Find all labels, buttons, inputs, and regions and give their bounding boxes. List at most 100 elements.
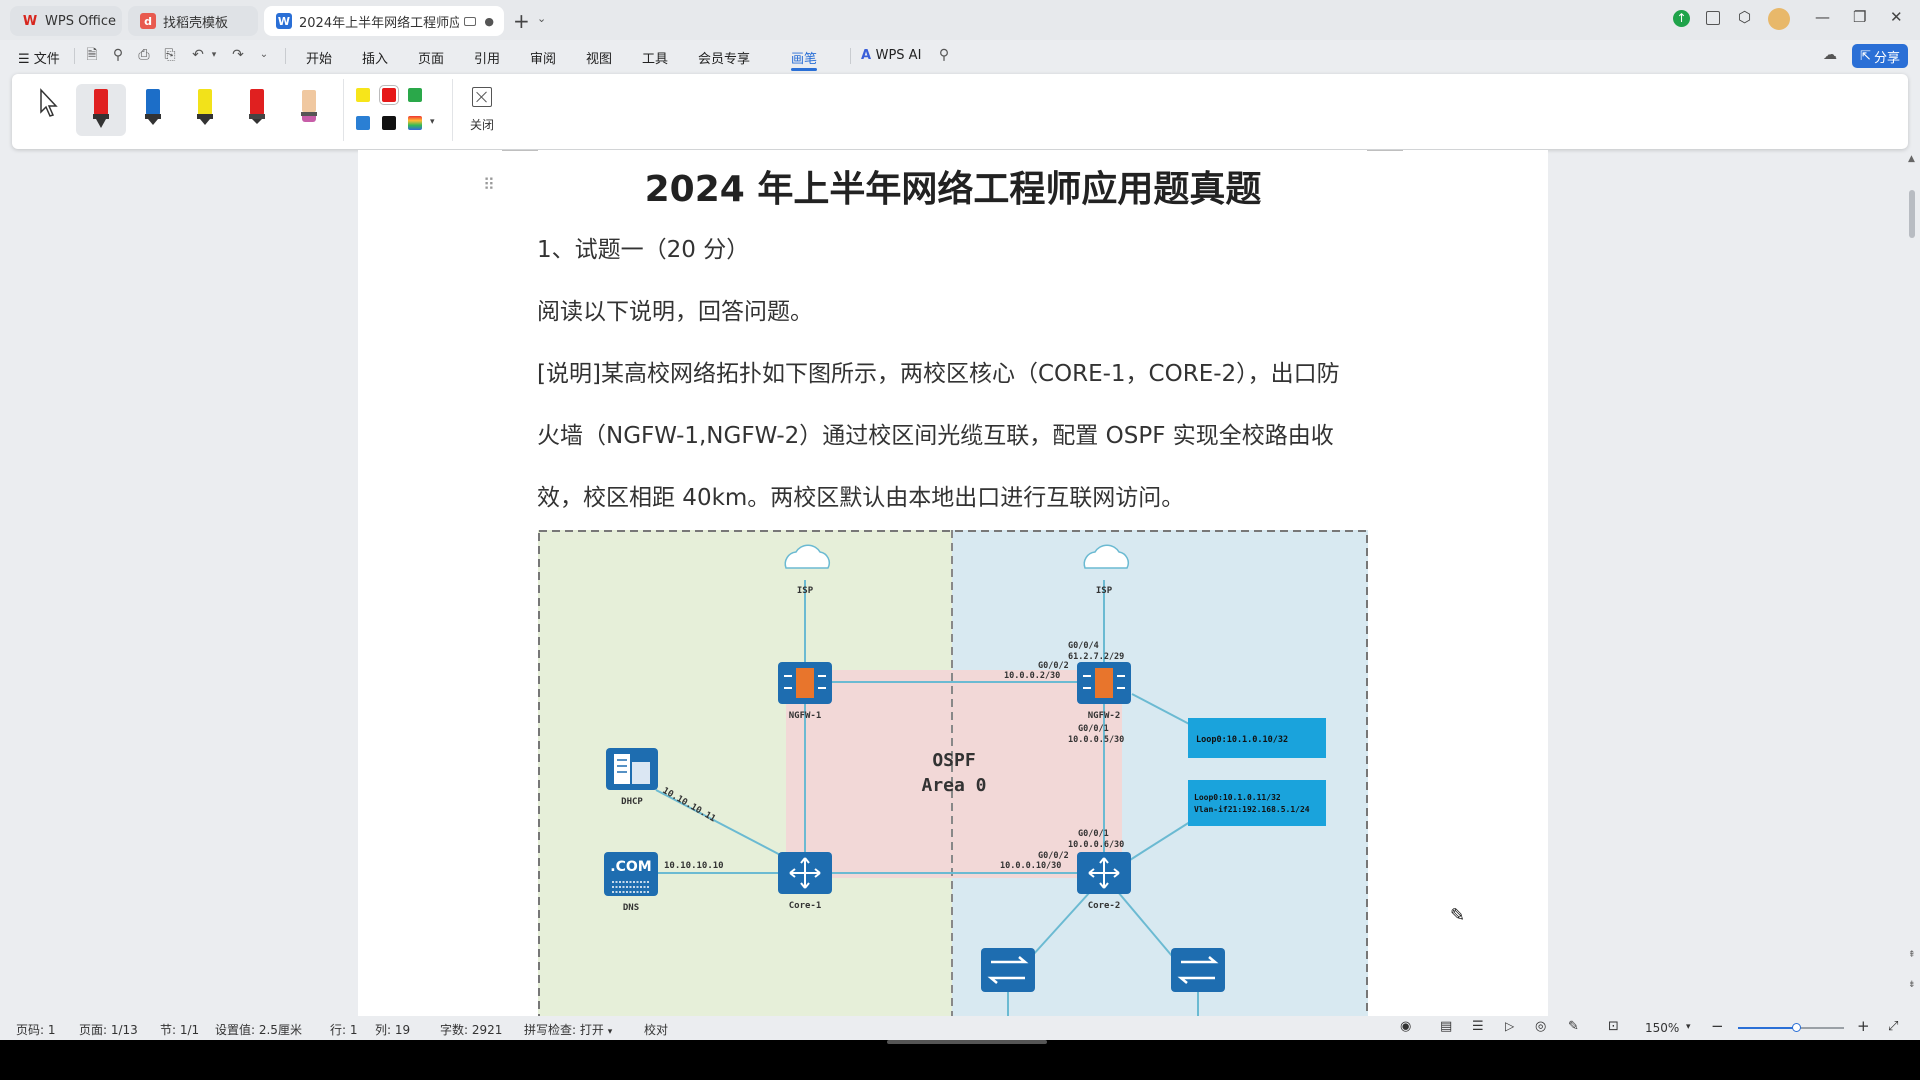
close-window-icon[interactable]: ✕: [1890, 8, 1903, 26]
status-word-count[interactable]: 字数: 2921: [440, 1021, 502, 1038]
eraser-tool[interactable]: [284, 84, 334, 136]
yellow-highlighter-tool[interactable]: [180, 84, 230, 136]
pen-tip: [200, 119, 210, 125]
tab-wps-office[interactable]: W WPS Office: [10, 6, 122, 36]
zoom-out-icon[interactable]: −: [1711, 1017, 1724, 1035]
swatch-yellow[interactable]: [356, 88, 370, 102]
pen-tip: [252, 119, 262, 124]
menu-pen[interactable]: 画笔: [791, 48, 817, 67]
menu-home[interactable]: 开始: [306, 48, 332, 67]
zoom-in-icon[interactable]: +: [1857, 1017, 1870, 1035]
core2-g002-label: G0/0/2: [1038, 851, 1069, 861]
fit-page-icon[interactable]: ⊡: [1608, 1019, 1619, 1034]
status-setting[interactable]: 设置值: 2.5厘米: [215, 1021, 302, 1038]
menu-view[interactable]: 视图: [586, 48, 612, 67]
eye-icon[interactable]: ◉: [1400, 1019, 1411, 1034]
scroll-up-icon[interactable]: ▲: [1908, 154, 1915, 164]
zoom-dropdown-icon[interactable]: ▾: [1686, 1022, 1691, 1032]
callout-2-line1: Loop0:10.1.0.11/32: [1194, 793, 1281, 802]
scrollbar-thumb[interactable]: [1909, 190, 1915, 238]
status-section[interactable]: 节: 1/1: [160, 1021, 199, 1038]
status-col[interactable]: 列: 19: [375, 1021, 410, 1038]
horizontal-scrollbar-thumb[interactable]: [887, 1040, 1047, 1044]
share-button[interactable]: ⇱ 分享: [1852, 44, 1908, 68]
zoom-slider-handle[interactable]: [1792, 1023, 1801, 1032]
swatch-red[interactable]: [379, 85, 399, 105]
wps-window: W WPS Office d 找稻壳模板 W 2024年上半年网络工程师应用 ●…: [0, 0, 1920, 1040]
menu-references[interactable]: 引用: [474, 48, 500, 67]
question-heading: 1、试题一（20 分）: [537, 237, 750, 263]
search-replace-icon[interactable]: ⚲: [110, 47, 126, 63]
new-tab-icon[interactable]: +: [513, 9, 530, 33]
pen-ribbon: ▾ 关闭: [12, 74, 1908, 149]
search-icon[interactable]: ⚲: [936, 47, 952, 63]
callout-box-2: [1188, 780, 1326, 826]
ngfw2-g002-label: G0/0/2: [1038, 661, 1069, 671]
custom-color-icon[interactable]: [408, 116, 422, 130]
close-pen-icon[interactable]: [472, 87, 492, 107]
pen-mode-icon[interactable]: ✎: [1568, 1019, 1579, 1034]
print-icon[interactable]: ⎙: [136, 47, 152, 63]
core2-router-icon: [1077, 852, 1131, 894]
fullscreen-icon[interactable]: ⤢: [1888, 1019, 1898, 1034]
tab-dot-icon[interactable]: ●: [484, 15, 494, 28]
pen-body: [94, 89, 108, 115]
more-dropdown-icon[interactable]: ⌄: [256, 47, 272, 63]
cube-icon[interactable]: ⬡: [1738, 8, 1751, 26]
page-next-icon[interactable]: ⇟: [1908, 980, 1916, 990]
menu-member[interactable]: 会员专享: [698, 48, 750, 67]
undo-icon[interactable]: ↶: [190, 47, 206, 63]
upload-icon[interactable]: ↑: [1673, 10, 1690, 27]
redo-icon[interactable]: ↷: [230, 47, 246, 63]
screen-icon: [464, 16, 476, 26]
word-doc-icon: W: [276, 13, 292, 29]
pen-tip: [148, 119, 158, 125]
play-icon[interactable]: ▷: [1505, 1019, 1514, 1033]
description-line-2: 火墙（NGFW-1,NGFW-2）通过校区间光缆互联，配置 OSPF 实现全校路…: [537, 423, 1334, 449]
ngfw2-label: NGFW-2: [1088, 711, 1121, 721]
isp-right-label: ISP: [1096, 586, 1113, 596]
document-page[interactable]: ⠿ 2024 年上半年网络工程师应用题真题 1、试题一（20 分） 阅读以下说明…: [358, 150, 1548, 1016]
undo-dropdown-icon[interactable]: ▾: [206, 47, 222, 63]
red-pen-tool[interactable]: [76, 84, 126, 136]
tab-document[interactable]: W 2024年上半年网络工程师应用 ●: [264, 6, 504, 36]
chevron-down-icon[interactable]: ▾: [430, 117, 435, 127]
spell-check-toggle[interactable]: 拼写检查: 打开 ▾: [524, 1021, 612, 1038]
restore-icon[interactable]: ❐: [1853, 8, 1866, 26]
avatar[interactable]: [1768, 8, 1790, 30]
menu-insert[interactable]: 插入: [362, 48, 388, 67]
menu-review[interactable]: 审阅: [530, 48, 556, 67]
status-page[interactable]: 页面: 1/13: [79, 1021, 138, 1038]
status-row[interactable]: 行: 1: [330, 1021, 358, 1038]
zoom-level[interactable]: 150%: [1645, 1021, 1679, 1035]
blue-pen-tool[interactable]: [128, 84, 178, 136]
save-icon[interactable]: 🗎: [84, 47, 100, 63]
dns-ip-label: 10.10.10.10: [664, 861, 724, 871]
share-icon: ⇱: [1860, 48, 1871, 64]
window-layout-icon[interactable]: [1706, 11, 1720, 25]
page-view-icon[interactable]: ▤: [1440, 1019, 1452, 1034]
menu-tools[interactable]: 工具: [642, 48, 668, 67]
vertical-scrollbar[interactable]: ▲ ⇞ ⇟: [1905, 150, 1920, 1016]
tab-docer-templates[interactable]: d 找稻壳模板: [128, 6, 258, 36]
red-marker-tool[interactable]: [232, 84, 282, 136]
minimize-icon[interactable]: —: [1815, 8, 1830, 26]
print-preview-icon[interactable]: ⎘: [162, 47, 178, 63]
ngfw2-g004-ip: 61.2.7.2/29: [1068, 652, 1124, 662]
file-menu[interactable]: ☰ 文件: [18, 48, 60, 67]
proofread-button[interactable]: 校对: [644, 1021, 668, 1038]
swatch-green[interactable]: [408, 88, 422, 102]
page-title: 2024 年上半年网络工程师应用题真题: [644, 169, 1262, 210]
outline-view-icon[interactable]: ☰: [1472, 1019, 1484, 1034]
select-cursor-icon[interactable]: [38, 88, 60, 118]
swatch-black[interactable]: [382, 116, 396, 130]
swatch-blue[interactable]: [356, 116, 370, 130]
page-prev-icon[interactable]: ⇞: [1908, 950, 1916, 960]
status-page-code[interactable]: 页码: 1: [16, 1021, 56, 1038]
chevron-down-icon[interactable]: ⌄: [537, 12, 546, 25]
wps-ai-button[interactable]: A WPS AI: [861, 48, 921, 63]
close-pen-button[interactable]: 关闭: [470, 116, 494, 133]
cloud-icon[interactable]: ☁: [1822, 47, 1838, 63]
web-view-icon[interactable]: ◎: [1535, 1019, 1546, 1034]
menu-page[interactable]: 页面: [418, 48, 444, 67]
